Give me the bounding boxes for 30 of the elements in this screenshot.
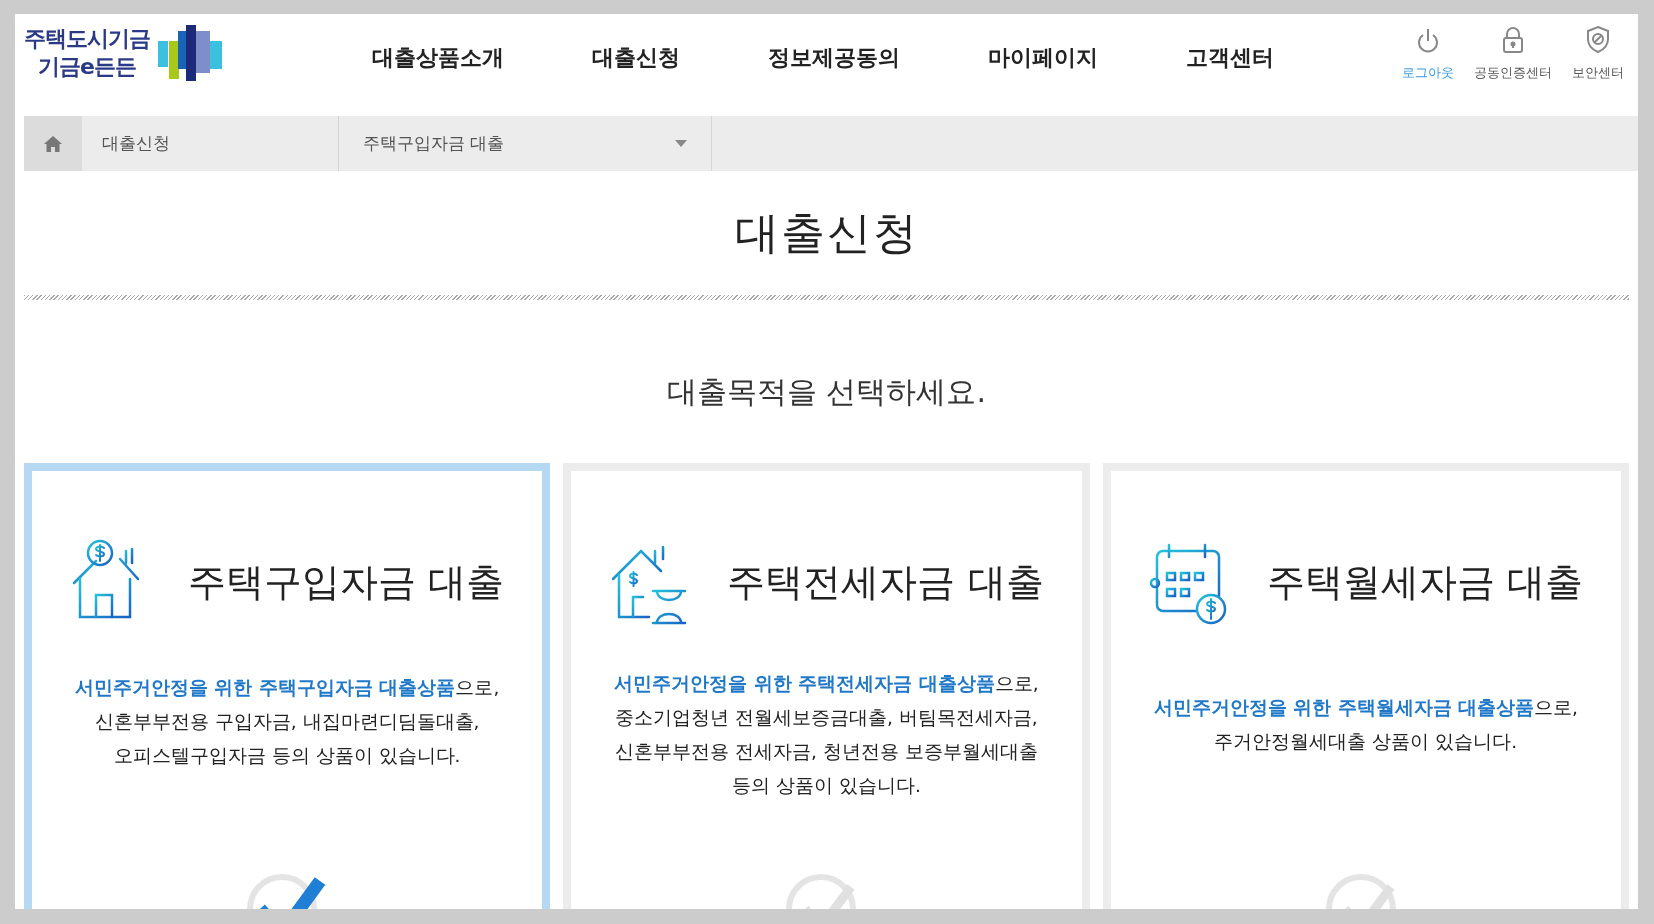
card-description: 서민주거안정을 위한 주택구입자금 대출상품으로, 신혼부부전용 구입자금, 내집마련디딤돌대출, 오피스텔구입자금 등의 상품이 있습니다. [75, 676, 500, 768]
utility-link[interactable]: 보안센터 [1572, 25, 1624, 83]
loan-card[interactable]: 주택전세자금 대출 서민주거안정을 위한 주택전세자금 대출상품으로, 중소기업청년 전월세보증금대출, 버팀목전세자금, 신혼부부전용 전세자금, 청년전용 보증부월세대출 등의 상품이 있습니다. [563, 463, 1090, 909]
nav-link[interactable]: 대출신청 [592, 41, 680, 74]
nav-link[interactable]: 정보제공동의 [768, 41, 900, 74]
breadcrumb-current: 대출신청 [101, 131, 171, 155]
logo-mark-icon [158, 23, 222, 83]
home-button[interactable] [24, 116, 82, 171]
utility-label: 로그아웃 [1402, 64, 1454, 82]
shield-icon [1585, 25, 1611, 55]
nav-link[interactable]: 고객센터 [1186, 41, 1274, 74]
home-icon [44, 135, 62, 152]
card-description: 서민주거안정을 위한 주택월세자금 대출상품으로, 주거안정월세대출 상품이 있습니다. [1153, 696, 1578, 754]
dropdown[interactable]: 주택구입자금 대출 [338, 116, 712, 171]
nav-link[interactable]: 마이페이지 [988, 41, 1098, 74]
card-title: 주택전세자금 대출 [727, 558, 1044, 606]
card-description: 서민주거안정을 위한 주택전세자금 대출상품으로, 중소기업청년 전월세보증금대출, 버팀목전세자금, 신혼부부전용 전세자금, 청년전용 보증부월세대출 등의 상품이 있습니다. [614, 672, 1039, 798]
card-title: 주택월세자금 대출 [1266, 558, 1583, 606]
caret-icon [675, 140, 687, 147]
utility-label: 공동인증센터 [1474, 64, 1552, 82]
page-title: 대출신청 [733, 206, 920, 260]
lock-icon [1500, 25, 1526, 55]
prompt-text: 대출목적을 선택하세요. [665, 373, 988, 411]
logo[interactable]: 주택도시기금 기금e든든 [24, 23, 222, 83]
nav-link[interactable]: 대출상품소개 [372, 41, 504, 74]
loan-card[interactable]: 주택월세자금 대출 서민주거안정을 위한 주택월세자금 대출상품으로, 주거안정월세대출 상품이 있습니다. [1102, 463, 1629, 909]
loan-card[interactable]: 주택구입자금 대출 서민주거안정을 위한 주택구입자금 대출상품으로, 신혼부부전용 구입자금, 내집마련디딤돌대출, 오피스텔구입자금 등의 상품이 있습니다. [24, 463, 551, 909]
utility-label: 보안센터 [1572, 64, 1624, 82]
card-title: 주택구입자금 대출 [188, 558, 505, 606]
utility-link[interactable]: 공동인증센터 [1474, 25, 1552, 83]
